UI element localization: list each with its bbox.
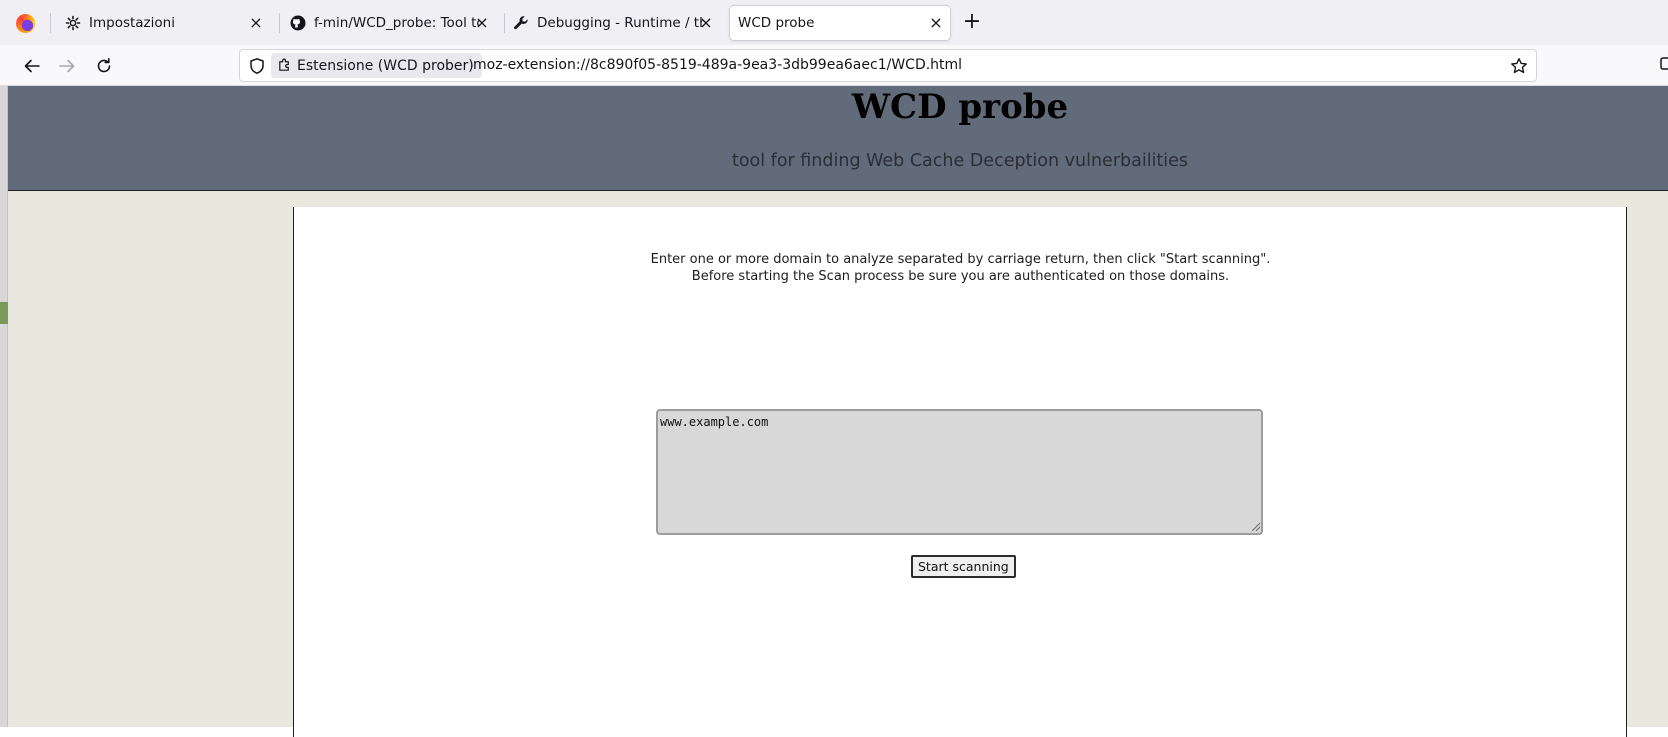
close-tab-icon[interactable]: × <box>248 15 264 31</box>
url-text[interactable]: moz-extension://8c890f05-8519-489a-9ea3-… <box>473 57 962 73</box>
shield-icon[interactable] <box>248 57 266 75</box>
url-bar[interactable]: Estensione (WCD prober) moz-extension://… <box>239 49 1537 82</box>
bookmark-star-icon[interactable] <box>1510 57 1528 75</box>
tab-wcd-probe[interactable]: WCD probe × <box>730 6 950 40</box>
close-tab-icon[interactable]: × <box>698 15 714 31</box>
resize-grip-icon[interactable] <box>1249 520 1261 532</box>
instruction-line-1: Enter one or more domain to analyze sepa… <box>650 252 1271 267</box>
tab-title: WCD probe <box>738 15 815 31</box>
gear-icon <box>64 15 81 32</box>
reload-icon[interactable] <box>93 55 115 77</box>
close-tab-icon[interactable]: × <box>474 15 490 31</box>
sidebar-edge-marker <box>0 302 8 324</box>
start-scanning-button[interactable]: Start scanning <box>911 555 1016 578</box>
navigation-bar: Estensione (WCD prober) moz-extension://… <box>0 45 1668 86</box>
instruction-line-2: Before starting the Scan process be sure… <box>691 269 1230 284</box>
puzzle-icon <box>279 58 289 71</box>
tab-title: Debugging - Runtime / this- <box>537 15 703 31</box>
domains-textarea[interactable]: www.example.com <box>656 409 1263 535</box>
toolbar-overflow-icon[interactable] <box>1660 54 1668 76</box>
instructions: Enter one or more domain to analyze sepa… <box>294 251 1627 285</box>
main-content-panel: Enter one or more domain to analyze sepa… <box>293 207 1627 737</box>
tab-debugging[interactable]: Debugging - Runtime / this- × <box>510 6 720 40</box>
wrench-icon <box>512 15 529 32</box>
extension-identity-label: Estensione (WCD prober) <box>297 57 474 74</box>
extension-identity-chip[interactable]: Estensione (WCD prober) <box>271 53 482 78</box>
tab-github[interactable]: f-min/WCD_probe: Tool to f × <box>286 6 496 40</box>
github-icon <box>289 15 306 32</box>
tab-title: f-min/WCD_probe: Tool to f <box>314 15 479 31</box>
page-header: WCD probe tool for finding Web Cache Dec… <box>8 86 1668 191</box>
sidebar-edge <box>0 86 8 727</box>
tab-separator <box>50 13 51 33</box>
page-viewport: WCD probe tool for finding Web Cache Dec… <box>0 86 1668 737</box>
new-tab-button[interactable]: + <box>962 11 982 33</box>
firefox-logo-icon[interactable] <box>16 14 35 33</box>
tab-separator <box>504 13 505 33</box>
tab-title: Impostazioni <box>89 15 175 31</box>
tab-separator <box>279 13 280 33</box>
tab-settings[interactable]: Impostazioni × <box>58 6 270 40</box>
tab-strip: Impostazioni × f-min/WCD_probe: Tool to … <box>0 0 1668 45</box>
close-tab-icon[interactable]: × <box>928 15 944 31</box>
forward-arrow-icon[interactable] <box>56 55 78 77</box>
back-arrow-icon[interactable] <box>21 55 43 77</box>
page-title: WCD probe <box>851 87 1069 127</box>
page-subtitle: tool for finding Web Cache Deception vul… <box>731 151 1189 171</box>
